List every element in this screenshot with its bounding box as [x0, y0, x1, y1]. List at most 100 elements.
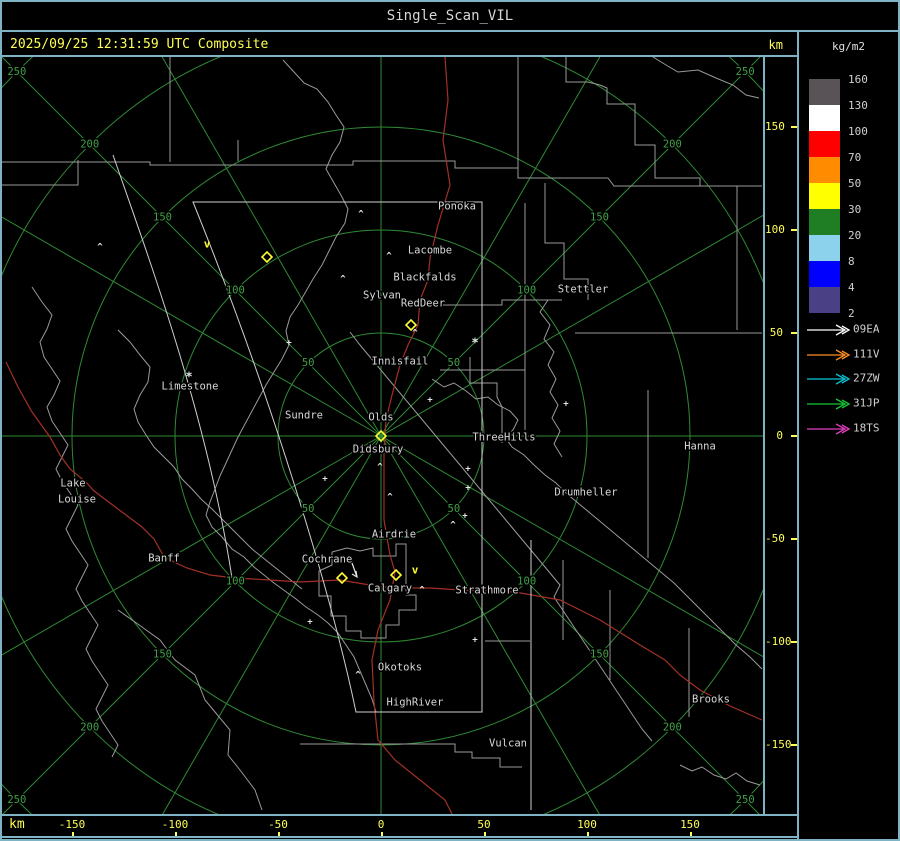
- colorbar-value: 4: [848, 281, 855, 295]
- town-label-lake: Lake: [60, 478, 85, 490]
- boundary-line: [117, 609, 263, 811]
- caret-marker: ^: [419, 586, 425, 596]
- site-label-18TS: 18TS: [853, 421, 880, 435]
- colorbar-value: 50: [848, 177, 862, 191]
- legend-panel: kg/m2 160 130 100 70 50 30 20 8 4 2 09EA 111V 27ZW 31…: [799, 32, 898, 839]
- coverage-outline: [112, 154, 233, 579]
- colorbar-swatch: [809, 157, 840, 183]
- town-label-ponoka: Ponoka: [438, 201, 476, 213]
- town-label-louise: Louise: [58, 494, 96, 506]
- caret-marker: ^: [97, 243, 103, 253]
- y-tick-label: -150: [765, 738, 792, 751]
- v-arrow-marker: v: [412, 564, 419, 577]
- x-axis-unit-label: km: [9, 817, 25, 832]
- ring-label: 50: [302, 357, 315, 369]
- site-arrow-icon: [807, 373, 851, 385]
- caret-marker: ^: [355, 671, 361, 681]
- caret-marker: ^: [386, 252, 392, 262]
- title-bar: Single_Scan_VIL: [2, 2, 898, 30]
- colorbar-value: 20: [848, 229, 862, 243]
- town-label-vulcan: Vulcan: [489, 738, 527, 750]
- town-label-strathmore: Strathmore: [455, 585, 518, 597]
- caret-marker: ^: [387, 493, 393, 503]
- colorbar-swatch: [809, 209, 840, 235]
- y-axis: 150 100 50 0 -50 -100 -150: [765, 57, 797, 814]
- ring-label: 200: [80, 139, 99, 151]
- colorbar-value: 30: [848, 203, 862, 217]
- page-title: Single_Scan_VIL: [386, 8, 514, 24]
- site-arrow-18TS: [805, 421, 851, 435]
- ring-label: 100: [226, 576, 245, 588]
- ring-label: 50: [448, 357, 461, 369]
- ring-label: 200: [663, 721, 682, 733]
- info-bar: 2025/09/25 12:31:59 UTC Composite km: [2, 32, 797, 57]
- colorbar-swatch: [809, 79, 840, 105]
- colorbar-swatch: [809, 235, 840, 261]
- boundary-line: [2, 160, 79, 186]
- colorbar-value: 2: [848, 307, 855, 321]
- plus-marker: +: [563, 400, 569, 410]
- caret-marker: ^: [450, 521, 456, 531]
- radial-line: [129, 2, 382, 437]
- town-label-reddeer: RedDeer: [401, 298, 445, 310]
- radar-app-window: Single_Scan_VIL 2025/09/25 12:31:59 UTC …: [0, 0, 900, 841]
- radar-map: 50 50 50 50 100 100 100 100 150 150 150 150 200 200 20…: [2, 2, 898, 839]
- site-label-111V: 111V: [853, 347, 880, 361]
- town-label-calgary: Calgary: [368, 583, 412, 595]
- town-label-blackfalds: Blackfalds: [393, 272, 456, 284]
- ring-label: 100: [517, 284, 536, 296]
- town-label-hanna: Hanna: [684, 441, 716, 453]
- town-label-highriver: HighRiver: [387, 697, 444, 709]
- town-label-innisfail: Innisfail: [372, 356, 429, 368]
- ring-label: 200: [80, 721, 99, 733]
- plus-marker: +: [322, 475, 328, 485]
- colorbar-value: 100: [848, 125, 868, 139]
- site-label-27ZW: 27ZW: [853, 371, 880, 385]
- town-label-olds: Olds: [368, 412, 393, 424]
- town-label-sylvan: Sylvan: [363, 290, 401, 302]
- ring-label: 100: [517, 576, 536, 588]
- x-tick-label: 50: [477, 818, 491, 831]
- colorbar-value: 160: [848, 73, 868, 87]
- town-label-banff: Banff: [148, 553, 180, 565]
- town-label-didsbury: Didsbury: [353, 444, 404, 456]
- y-tick-label: 150: [765, 120, 785, 133]
- town-label-okotoks: Okotoks: [378, 662, 422, 674]
- ring-label: 150: [153, 212, 172, 224]
- site-arrow-icon: [807, 324, 851, 336]
- town-label-stettler: Stettler: [558, 284, 609, 296]
- radial-line: [380, 155, 867, 437]
- colorbar-value: 70: [848, 151, 862, 165]
- town-label-airdrie: Airdrie: [372, 529, 416, 541]
- site-arrow-09EA: [805, 322, 851, 336]
- x-tick-label: -50: [268, 818, 288, 831]
- site-arrow-31JP: [805, 396, 851, 410]
- boundary-line: [539, 299, 563, 458]
- town-label-cochrane: Cochrane: [302, 554, 353, 566]
- v-arrow-marker: v: [204, 238, 211, 251]
- x-axis: km -150 -100 -50 0 50 100 150: [2, 816, 797, 838]
- white-arrow-marker-head: [351, 570, 358, 579]
- y-axis-unit-label: km: [768, 37, 783, 52]
- boundary-line: [31, 286, 119, 758]
- x-tick-label: 0: [377, 818, 385, 831]
- ring-label: 50: [448, 503, 461, 515]
- town-label-brooks: Brooks: [692, 694, 730, 706]
- x-tick-label: 150: [680, 818, 700, 831]
- colorbar-unit-label: kg/m2: [831, 40, 866, 53]
- caret-marker: ^: [412, 329, 418, 339]
- caret-marker: ^: [377, 463, 383, 473]
- ring-label: 50: [302, 503, 315, 515]
- radar-site-diamond-marker: [389, 568, 403, 582]
- ring-label: 150: [590, 648, 609, 660]
- x-tick-label: -100: [161, 818, 189, 831]
- radial-line: [380, 435, 867, 717]
- ring-label: 150: [590, 212, 609, 224]
- x-tick-label: -150: [58, 818, 86, 831]
- y-tick-label: -50: [765, 532, 785, 545]
- colorbar-swatch: [809, 105, 840, 131]
- site-arrow-icon: [807, 423, 851, 435]
- caret-marker: ^: [340, 275, 346, 285]
- plus-marker: +: [472, 636, 478, 646]
- divider: [2, 836, 797, 838]
